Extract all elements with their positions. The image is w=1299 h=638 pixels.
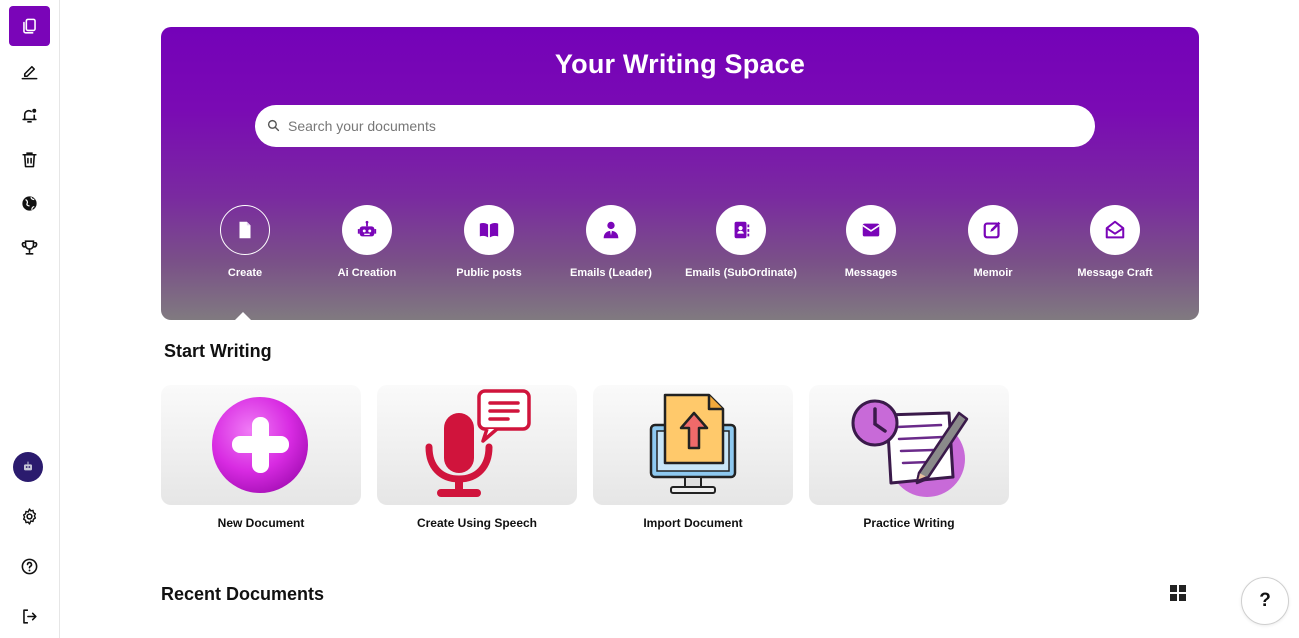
user-avatar[interactable] xyxy=(13,452,43,482)
card-label: Create Using Speech xyxy=(416,516,538,530)
search-input[interactable] xyxy=(288,105,1068,147)
tool-label: Create xyxy=(227,267,263,279)
tool-label: Emails (Leader) xyxy=(570,267,652,279)
clock-notepad-pen-icon xyxy=(851,399,969,497)
tool-ai-creation-circle xyxy=(342,205,392,255)
sidebar-trophy-button[interactable] xyxy=(9,227,50,267)
tool-emails-leader[interactable]: Emails (Leader) xyxy=(550,205,672,279)
sidebar-help-button[interactable] xyxy=(9,546,50,586)
sidebar-logout-button[interactable] xyxy=(9,596,50,636)
sidebar-documents-button[interactable] xyxy=(9,6,50,46)
card-create-using-speech[interactable]: Create Using Speech xyxy=(377,385,577,530)
tool-memoir[interactable]: Memoir xyxy=(932,205,1054,279)
pen-square-icon xyxy=(983,221,1001,239)
sidebar-settings-button[interactable] xyxy=(9,496,50,536)
pen-icon xyxy=(21,65,38,79)
robot-avatar-icon xyxy=(24,461,32,471)
help-button[interactable]: ? xyxy=(1241,577,1289,625)
tool-ai-creation[interactable]: Ai Creation xyxy=(306,205,428,279)
bell-icon xyxy=(22,108,37,123)
tool-messages[interactable]: Messages xyxy=(810,205,932,279)
sidebar-notifications-button[interactable] xyxy=(9,95,50,135)
file-icon xyxy=(239,221,251,239)
tool-label: Public posts xyxy=(456,267,522,279)
search-icon xyxy=(267,119,280,132)
envelope-icon xyxy=(862,223,880,237)
grid-view-toggle[interactable] xyxy=(1170,585,1186,601)
tool-memoir-circle xyxy=(968,205,1018,255)
tool-label: Message Craft xyxy=(1077,267,1153,279)
card-practice-writing[interactable]: Practice Writing xyxy=(809,385,1009,530)
card-thumb xyxy=(161,385,361,505)
sidebar xyxy=(0,0,60,638)
grid-icon xyxy=(1170,585,1186,601)
tool-message-craft[interactable]: Message Craft xyxy=(1054,205,1176,279)
card-import-document[interactable]: Import Document xyxy=(593,385,793,530)
tool-message-craft-circle xyxy=(1090,205,1140,255)
documents-icon xyxy=(23,18,36,34)
microphone-chat-icon xyxy=(425,389,531,497)
tool-label: Emails (SubOrdinate) xyxy=(685,267,797,279)
sidebar-globe-button[interactable] xyxy=(9,183,50,223)
card-thumb xyxy=(809,385,1009,505)
tool-emails-subordinate[interactable]: Emails (SubOrdinate) xyxy=(680,205,802,279)
search-bar xyxy=(255,105,1095,147)
trash-icon xyxy=(22,151,37,167)
tool-label: Ai Creation xyxy=(337,267,397,279)
card-new-document[interactable]: New Document xyxy=(161,385,361,530)
sidebar-write-button[interactable] xyxy=(9,51,50,91)
tool-label: Messages xyxy=(844,267,898,279)
recent-documents-title: Recent Documents xyxy=(161,584,325,604)
user-tie-icon xyxy=(603,221,619,239)
card-thumb xyxy=(377,385,577,505)
tool-create-circle xyxy=(220,205,270,255)
selected-tool-pointer xyxy=(235,312,251,320)
import-monitor-icon xyxy=(649,393,737,494)
card-label: New Document xyxy=(217,516,305,530)
book-open-icon xyxy=(479,222,499,238)
tool-label: Memoir xyxy=(973,267,1013,279)
card-label: Practice Writing xyxy=(863,516,955,530)
envelope-open-icon xyxy=(1105,220,1125,239)
question-circle-icon xyxy=(21,558,38,574)
plus-circle-icon xyxy=(212,397,308,493)
card-label: Import Document xyxy=(643,516,743,530)
globe-icon xyxy=(22,195,37,211)
tool-emails-subordinate-circle xyxy=(716,205,766,255)
tool-messages-circle xyxy=(846,205,896,255)
sidebar-trash-button[interactable] xyxy=(9,139,50,179)
robot-icon xyxy=(357,220,377,237)
hero-banner: Your Writing Space Create Ai Creation Pu… xyxy=(161,27,1199,320)
start-writing-title: Start Writing xyxy=(164,341,272,361)
tool-emails-leader-circle xyxy=(586,205,636,255)
tool-create[interactable]: Create xyxy=(184,205,306,279)
address-book-icon xyxy=(734,221,750,239)
tool-public-posts-circle xyxy=(464,205,514,255)
trophy-icon xyxy=(21,239,38,255)
logout-icon xyxy=(23,608,37,624)
gear-icon xyxy=(22,507,37,525)
hero-title: Your Writing Space xyxy=(554,49,806,79)
card-thumb xyxy=(593,385,793,505)
tool-public-posts[interactable]: Public posts xyxy=(428,205,550,279)
